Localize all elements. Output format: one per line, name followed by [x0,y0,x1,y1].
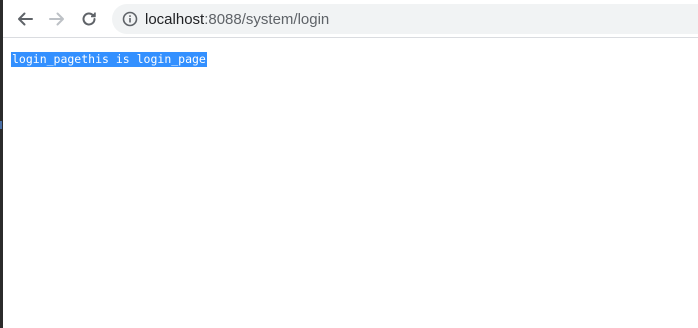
back-arrow-icon [18,12,33,26]
browser-toolbar: localhost:8088/system/login [3,0,698,38]
window-edge-marker [0,121,2,129]
url-host: localhost [145,11,205,28]
forward-arrow-icon [49,12,64,26]
reload-icon [82,12,96,26]
page-content: login_pagethis is login_page [3,38,698,328]
forward-button[interactable] [45,7,69,31]
info-icon[interactable] [122,11,138,27]
selected-body-text: login_pagethis is login_page [11,52,207,67]
back-button[interactable] [13,7,37,31]
reload-button[interactable] [77,7,101,31]
url-text[interactable]: localhost:8088/system/login [145,11,329,28]
address-bar[interactable]: localhost:8088/system/login [112,4,698,34]
url-path: :8088/system/login [204,11,330,28]
